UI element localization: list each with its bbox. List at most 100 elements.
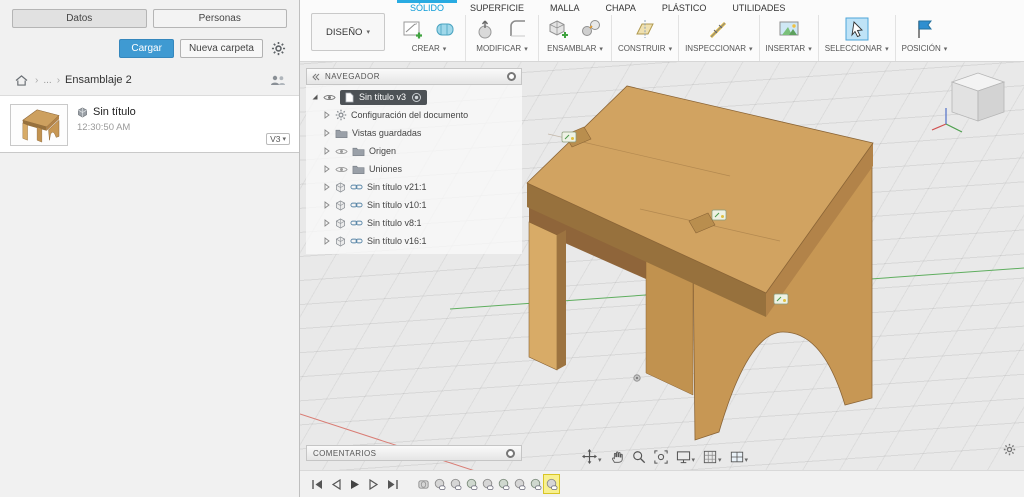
measure-icon[interactable] xyxy=(705,15,733,43)
group-insertar: INSERTAR xyxy=(760,14,818,53)
breadcrumb-ellipsis[interactable]: ... xyxy=(43,75,51,86)
visibility-eye-icon[interactable] xyxy=(335,165,348,174)
selection-radio-icon[interactable] xyxy=(411,92,422,103)
fillet-icon[interactable] xyxy=(504,15,532,43)
group-modificar: MODIFICAR xyxy=(466,14,538,53)
comments-bar[interactable]: COMENTARIOS xyxy=(306,445,522,461)
group-construir-label[interactable]: CONSTRUIR xyxy=(618,44,672,53)
viewport-settings-gear-icon[interactable] xyxy=(1003,443,1016,461)
tree-item-label: Configuración del documento xyxy=(351,110,469,120)
joint-icon[interactable] xyxy=(577,15,605,43)
group-crear-label[interactable]: CREAR xyxy=(412,44,447,53)
browser-panel-title: NAVEGADOR xyxy=(325,72,381,81)
viewcube[interactable] xyxy=(928,66,1012,142)
timeline-go-to-end-icon[interactable] xyxy=(385,476,400,492)
viewport-layout-icon[interactable]: ▾ xyxy=(730,450,748,464)
group-modificar-label[interactable]: MODIFICAR xyxy=(476,44,527,53)
visibility-eye-icon[interactable] xyxy=(323,93,336,102)
new-folder-button[interactable]: Nueva carpeta xyxy=(179,39,263,58)
expand-closed-icon[interactable] xyxy=(323,201,331,209)
timeline-feature-icon[interactable] xyxy=(480,475,495,493)
settings-gear-icon[interactable] xyxy=(269,40,287,58)
browser-panel-header[interactable]: NAVEGADOR xyxy=(306,68,522,85)
visibility-eye-icon[interactable] xyxy=(335,147,348,156)
tree-row-component[interactable]: Sin título v21:1 xyxy=(306,178,522,196)
tree-row-joints[interactable]: Uniones xyxy=(306,160,522,178)
tab-personas[interactable]: Personas xyxy=(152,9,287,28)
home-icon[interactable] xyxy=(12,71,30,89)
group-posicion-label[interactable]: POSICIÓN xyxy=(902,44,948,53)
press-pull-icon[interactable] xyxy=(472,15,500,43)
timeline-feature-icon[interactable] xyxy=(416,475,431,493)
expand-open-icon[interactable] xyxy=(311,93,319,101)
tab-utilidades[interactable]: UTILIDADES xyxy=(719,0,798,14)
component-cube-icon xyxy=(336,218,345,229)
version-badge[interactable]: V3 xyxy=(266,133,290,145)
expand-closed-icon[interactable] xyxy=(323,129,331,137)
hand-pan-icon[interactable] xyxy=(610,450,624,464)
timeline-feature-icon[interactable] xyxy=(448,475,463,493)
tree-item-label: Sin título v21:1 xyxy=(367,182,427,192)
expand-closed-icon[interactable] xyxy=(323,237,331,245)
new-component-icon[interactable] xyxy=(545,15,573,43)
tab-solido[interactable]: SÓLIDO xyxy=(397,0,457,14)
tree-row-component[interactable]: Sin título v16:1 xyxy=(306,232,522,250)
timeline-play-icon[interactable] xyxy=(347,476,362,492)
tree-root-selected-chip[interactable]: Sin título v3 xyxy=(340,89,428,105)
insert-canvas-icon[interactable] xyxy=(775,15,803,43)
data-panel-empty-area xyxy=(0,153,299,497)
tab-superficie[interactable]: SUPERFICIE xyxy=(457,0,537,14)
timeline-step-forward-icon[interactable] xyxy=(366,476,381,492)
tab-datos-label: Datos xyxy=(66,13,93,24)
expand-closed-icon[interactable] xyxy=(323,147,331,155)
panel-options-dot-icon[interactable] xyxy=(507,72,516,81)
upload-button[interactable]: Cargar xyxy=(119,39,174,58)
collapse-left-icon[interactable] xyxy=(312,73,320,81)
tree-row-component[interactable]: Sin título v8:1 xyxy=(306,214,522,232)
timeline-go-to-start-icon[interactable] xyxy=(309,476,324,492)
select-tool-icon[interactable] xyxy=(843,15,871,43)
capture-position-icon[interactable] xyxy=(910,15,938,43)
group-ensamblar-label[interactable]: ENSAMBLAR xyxy=(547,44,603,53)
construction-plane-icon[interactable] xyxy=(631,15,659,43)
timeline-feature-icon[interactable] xyxy=(528,475,543,493)
create-sketch-icon[interactable] xyxy=(399,15,427,43)
zoom-icon[interactable] xyxy=(632,450,646,464)
tree-row-document-settings[interactable]: Configuración del documento xyxy=(306,106,522,124)
browser-tree: Sin título v3 Configuración del document… xyxy=(306,85,522,254)
create-form-icon[interactable] xyxy=(431,15,459,43)
design-list-item[interactable]: Sin título 12:30:50 AM V3 xyxy=(0,95,299,153)
expand-closed-icon[interactable] xyxy=(323,183,331,191)
timeline-feature-icon[interactable] xyxy=(464,475,479,493)
timeline-feature-icon-current[interactable] xyxy=(543,474,560,494)
tree-row-component[interactable]: Sin título v10:1 xyxy=(306,196,522,214)
folder-icon xyxy=(352,147,365,156)
tree-row-root[interactable]: Sin título v3 xyxy=(306,88,522,106)
tree-row-saved-views[interactable]: Vistas guardadas xyxy=(306,124,522,142)
expand-closed-icon[interactable] xyxy=(323,111,331,119)
workspace-selector[interactable]: DISEÑO xyxy=(311,13,385,51)
timeline-feature-icon[interactable] xyxy=(512,475,527,493)
viewport-3d[interactable]: NAVEGADOR Sin título v3 Configuración de… xyxy=(300,62,1024,470)
tab-plastico[interactable]: PLÁSTICO xyxy=(649,0,720,14)
tab-datos[interactable]: Datos xyxy=(12,9,147,28)
group-inspeccionar-label[interactable]: INSPECCIONAR xyxy=(685,44,752,53)
expand-closed-icon[interactable] xyxy=(323,219,331,227)
tab-chapa[interactable]: CHAPA xyxy=(593,0,649,14)
group-seleccionar-label[interactable]: SELECCIONAR xyxy=(825,44,889,53)
data-panel-actions: Cargar Nueva carpeta xyxy=(0,32,299,64)
display-settings-icon[interactable]: ▾ xyxy=(676,450,695,464)
grid-settings-icon[interactable]: ▾ xyxy=(703,450,722,464)
panel-options-dot-icon[interactable] xyxy=(506,448,515,458)
zoom-window-icon[interactable] xyxy=(653,449,668,464)
timeline-feature-icon[interactable] xyxy=(496,475,511,493)
timeline-feature-icon[interactable] xyxy=(432,475,447,493)
workspace-main: DISEÑO SÓLIDO SUPERFICIE MALLA CHAPA PLÁ… xyxy=(300,0,1024,497)
expand-closed-icon[interactable] xyxy=(323,165,331,173)
group-insertar-label[interactable]: INSERTAR xyxy=(766,44,812,53)
pan-icon[interactable]: ▾ xyxy=(582,449,602,464)
tab-malla[interactable]: MALLA xyxy=(537,0,593,14)
timeline-step-back-icon[interactable] xyxy=(328,476,343,492)
share-people-icon[interactable] xyxy=(269,71,287,89)
tree-row-origin[interactable]: Origen xyxy=(306,142,522,160)
